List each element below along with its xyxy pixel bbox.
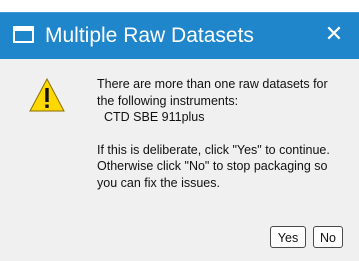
no-button[interactable]: No [313,226,343,248]
warning-icon [29,78,65,112]
yes-button[interactable]: Yes [270,226,306,248]
close-button[interactable]: ✕ [321,22,347,48]
dialog-message: There are more than one raw datasets for… [97,76,347,191]
message-line: There are more than one raw datasets for [97,77,328,91]
message-line: the following instruments: [97,93,239,108]
instrument-name: CTD SBE 911plus [104,110,205,124]
dialog-body: There are more than one raw datasets for… [0,59,359,261]
message-line: you can fix the issues. [97,175,220,190]
dialog-title: Multiple Raw Datasets [45,24,254,47]
dialog-window: Multiple Raw Datasets ✕ There are more t… [0,0,359,261]
message-line: Otherwise click "No" to stop packaging s… [97,159,328,173]
app-icon [13,26,34,43]
message-line: If this is deliberate, click "Yes" to co… [97,142,330,157]
title-bar[interactable]: Multiple Raw Datasets ✕ [0,12,359,60]
